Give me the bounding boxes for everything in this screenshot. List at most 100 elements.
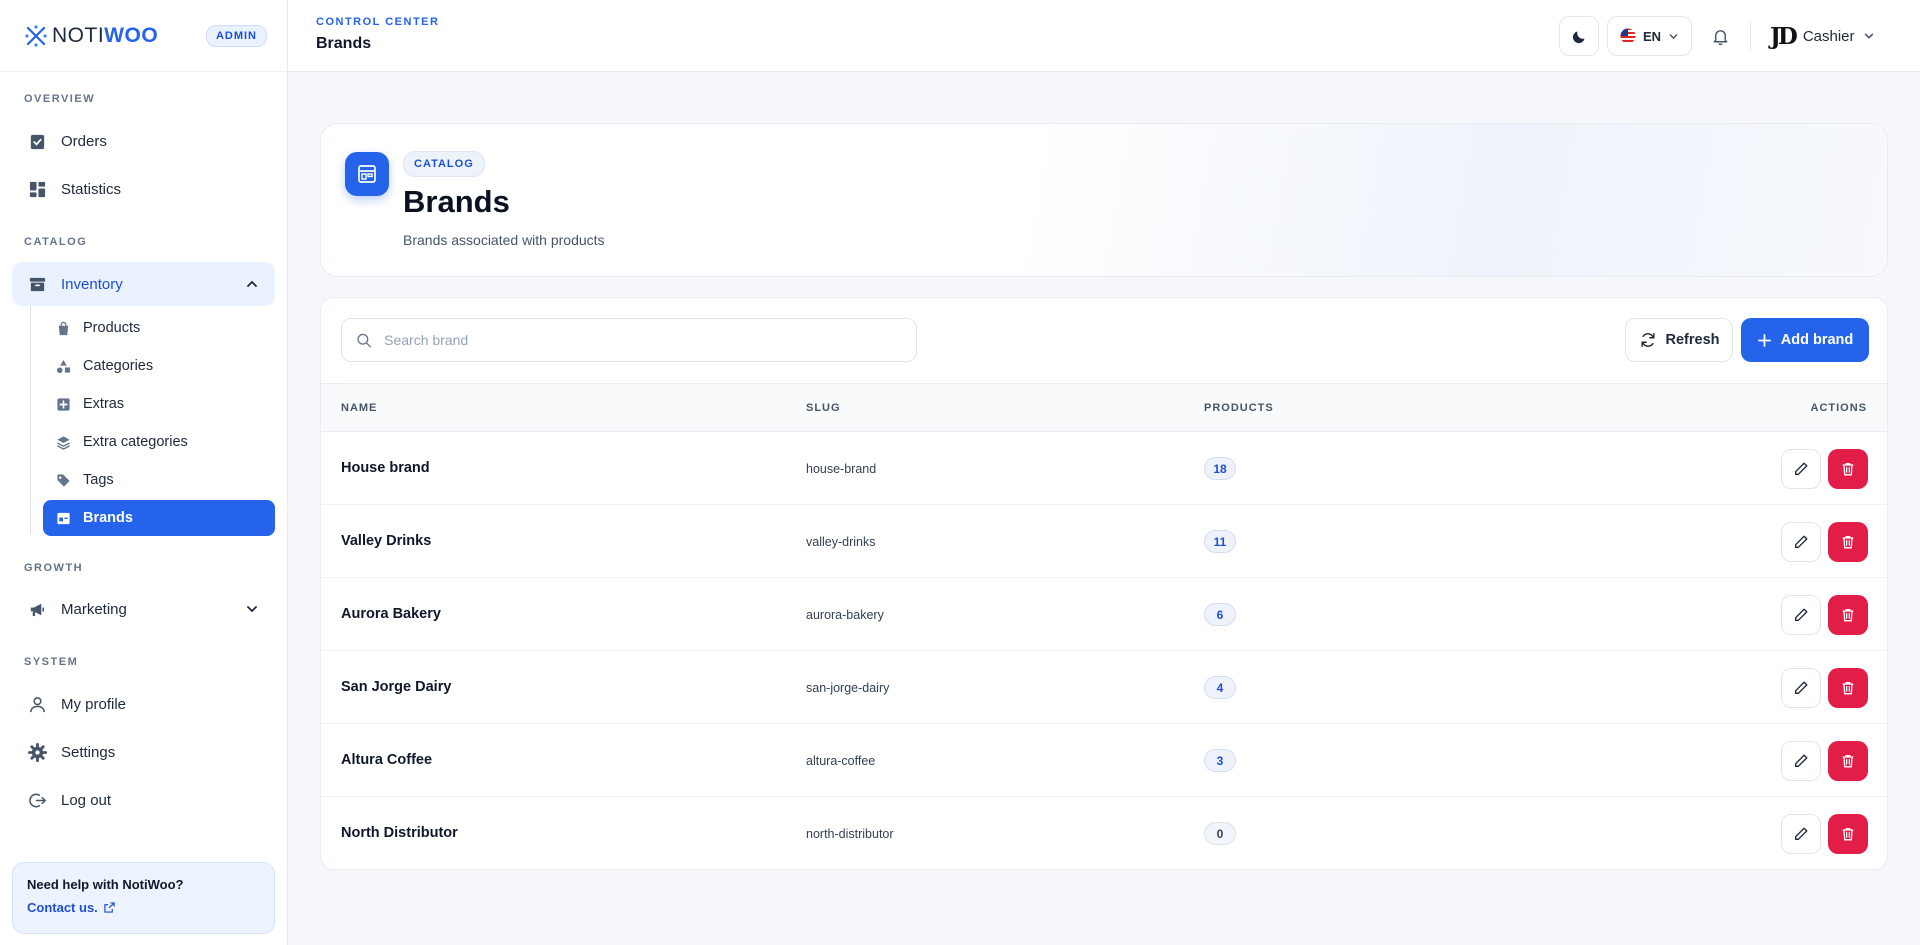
pencil-icon	[1795, 535, 1808, 548]
archive-icon	[29, 277, 46, 291]
add-brand-label: Add brand	[1780, 332, 1854, 348]
delete-button[interactable]	[1828, 449, 1868, 489]
storefront-icon	[345, 152, 389, 196]
column-header-name: NAME	[341, 402, 378, 414]
pencil-icon	[1795, 681, 1808, 694]
trash-icon	[1842, 536, 1854, 549]
sidebar-item-label: Inventory	[61, 275, 123, 293]
sidebar-item-my-profile[interactable]: My profile	[12, 682, 275, 726]
page-subtitle: Brands associated with products	[403, 232, 605, 248]
sidebar-subitem-extras[interactable]: Extras	[43, 386, 275, 422]
language-selector[interactable]: EN	[1607, 16, 1692, 56]
brand-slug: altura-coffee	[806, 754, 876, 768]
product-count-badge: 4	[1204, 676, 1236, 699]
edit-button[interactable]	[1781, 741, 1821, 781]
sidebar-subitem-brands[interactable]: Brands	[43, 500, 275, 536]
page-title: Brands	[403, 184, 510, 219]
search-icon	[357, 333, 372, 348]
dashboard-icon	[29, 181, 46, 197]
product-count-badge: 11	[1204, 530, 1236, 553]
sidebar-item-label: Marketing	[61, 600, 127, 618]
add-brand-button[interactable]: Add brand	[1741, 318, 1869, 362]
delete-button[interactable]	[1828, 814, 1868, 854]
sidebar-item-inventory[interactable]: Inventory	[12, 262, 275, 306]
theme-toggle-button[interactable]	[1559, 16, 1599, 56]
edit-button[interactable]	[1781, 668, 1821, 708]
user-icon	[30, 696, 45, 712]
submenu-guide-line	[30, 306, 31, 534]
sidebar-subitem-label: Extra categories	[83, 434, 188, 450]
sidebar-subitem-label: Products	[83, 320, 141, 336]
product-count-badge: 3	[1204, 749, 1236, 772]
avatar: JD	[1770, 22, 1798, 50]
delete-button[interactable]	[1828, 522, 1868, 562]
pencil-icon	[1795, 827, 1808, 840]
user-name: Cashier	[1802, 27, 1855, 45]
tag-icon	[57, 473, 70, 487]
chevron-down-icon	[1669, 33, 1678, 39]
gear-icon	[28, 742, 47, 762]
edit-button[interactable]	[1781, 522, 1821, 562]
table-row: Altura Coffee altura-coffee 3	[321, 724, 1887, 797]
refresh-button[interactable]: Refresh	[1625, 318, 1733, 362]
sidebar-subitem-tags[interactable]: Tags	[43, 462, 275, 498]
chevron-up-icon[interactable]	[245, 277, 259, 291]
logo-text-noti: NOTI	[52, 23, 105, 47]
chevron-down-icon[interactable]	[245, 602, 259, 616]
sidebar-subitem-label: Categories	[83, 358, 154, 374]
shapes-icon	[56, 359, 71, 373]
product-count-badge: 0	[1204, 822, 1236, 845]
sidebar-item-label: Statistics	[61, 180, 122, 198]
header-title: Brands	[316, 35, 372, 52]
help-card: Need help with NotiWoo? Contact us.	[12, 862, 275, 934]
column-header-slug: SLUG	[806, 402, 841, 414]
sidebar-item-label: My profile	[61, 695, 127, 713]
brands-table-card: Refresh Add brand NAME SLUG PRODUCTS ACT…	[320, 297, 1888, 870]
edit-button[interactable]	[1781, 595, 1821, 635]
section-system: SYSTEM	[24, 656, 79, 668]
edit-button[interactable]	[1781, 814, 1821, 854]
sidebar-subitem-extra-categories[interactable]: Extra categories	[43, 424, 275, 460]
sidebar-subitem-products[interactable]: Products	[43, 310, 275, 346]
table-header: NAME SLUG PRODUCTS ACTIONS	[321, 383, 1887, 432]
delete-button[interactable]	[1828, 741, 1868, 781]
brand-name: San Jorge Dairy	[341, 679, 452, 695]
sidebar-subitem-label: Extras	[83, 396, 125, 412]
logo[interactable]: NOTI WOO	[24, 24, 158, 48]
brand-slug: valley-drinks	[806, 535, 876, 549]
plus-square-icon	[57, 397, 70, 411]
sidebar-item-label: Log out	[61, 791, 112, 809]
pencil-icon	[1795, 754, 1808, 767]
sidebar-subitem-categories[interactable]: Categories	[43, 348, 275, 384]
storefront-icon	[57, 512, 70, 524]
search-input[interactable]	[384, 332, 902, 348]
sidebar-item-statistics[interactable]: Statistics	[12, 167, 275, 211]
sidebar-item-log-out[interactable]: Log out	[12, 778, 275, 822]
megaphone-icon	[30, 603, 44, 616]
page-hero: CATALOG Brands Brands associated with pr…	[320, 123, 1888, 277]
delete-button[interactable]	[1828, 668, 1868, 708]
trash-icon	[1842, 755, 1854, 768]
sidebar-item-marketing[interactable]: Marketing	[12, 587, 275, 631]
table-row: North Distributor north-distributor 0	[321, 797, 1887, 869]
sidebar-subitem-label: Brands	[83, 510, 133, 526]
header-eyebrow: CONTROL CENTER	[316, 16, 440, 28]
brand-name: House brand	[341, 460, 430, 476]
refresh-label: Refresh	[1665, 332, 1720, 348]
sidebar-item-settings[interactable]: Settings	[12, 730, 275, 774]
contact-us-link[interactable]: Contact us.	[27, 900, 260, 915]
section-catalog: CATALOG	[24, 236, 88, 248]
edit-button[interactable]	[1781, 449, 1821, 489]
brand-name: Aurora Bakery	[341, 606, 441, 622]
refresh-icon	[1640, 332, 1655, 348]
pencil-icon	[1795, 608, 1808, 621]
sidebar-brand: NOTI WOO ADMIN	[0, 0, 287, 72]
user-menu[interactable]: JD Cashier	[1770, 18, 1875, 54]
notifications-button[interactable]	[1702, 18, 1738, 54]
table-row: Aurora Bakery aurora-bakery 6	[321, 578, 1887, 651]
delete-button[interactable]	[1828, 595, 1868, 635]
sidebar-item-orders[interactable]: Orders	[12, 119, 275, 163]
header-divider	[1750, 22, 1751, 50]
admin-badge: ADMIN	[205, 24, 267, 47]
brand-name: Altura Coffee	[341, 752, 433, 768]
